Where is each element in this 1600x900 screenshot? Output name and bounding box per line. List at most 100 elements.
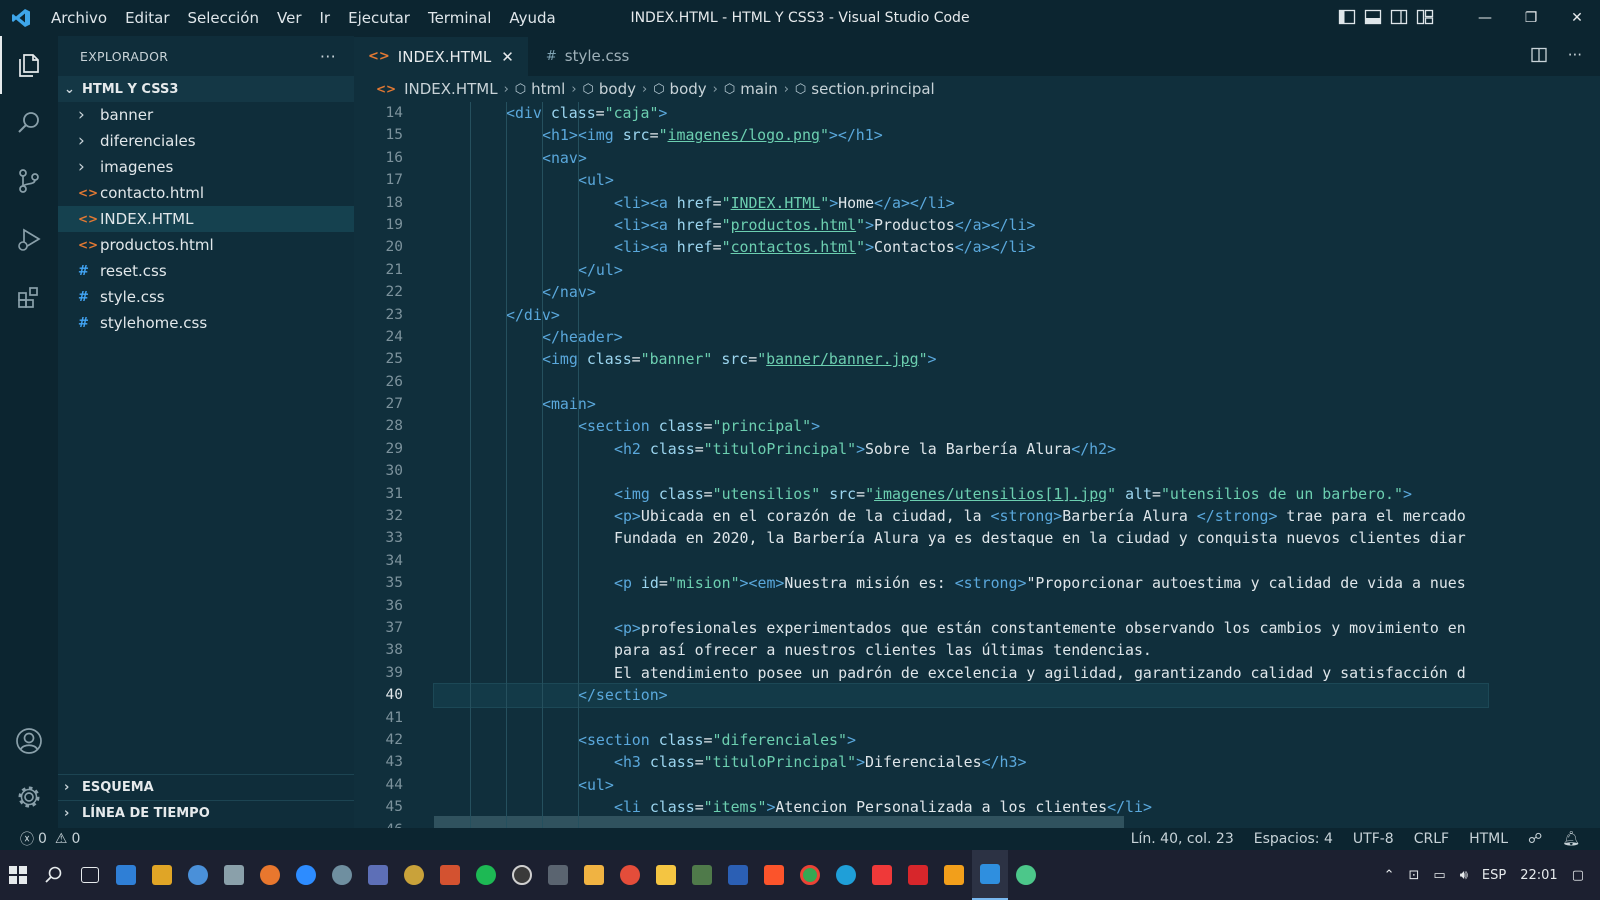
word-app-icon[interactable] [720,850,756,900]
toggle-panel-icon[interactable] [1364,8,1382,26]
code-line[interactable] [434,707,1488,729]
code-line[interactable]: <section class="diferenciales"> [434,729,1488,751]
powerpoint-app-icon[interactable] [432,850,468,900]
windows-start-icon[interactable] [0,850,36,900]
tree-item-reset-css[interactable]: # reset.css [58,258,354,284]
indentation[interactable]: Espacios: 4 [1254,831,1333,847]
brave-app-icon[interactable] [756,850,792,900]
breadcrumb-html[interactable]: ⬡ html [515,80,566,98]
code-line[interactable]: </header> [434,326,1488,348]
tree-item-contacto-html[interactable]: <> contacto.html [58,180,354,206]
code-line[interactable]: </section> [433,683,1489,708]
chevron-up-icon[interactable]: ⌃ [1384,868,1395,883]
code-line[interactable] [434,371,1488,393]
menu-editar[interactable]: Editar [116,0,178,36]
code-line[interactable]: <li><a href="productos.html">Productos</… [434,214,1488,236]
customize-layout-icon[interactable] [1416,8,1434,26]
language-indicator[interactable]: ESP [1482,868,1506,883]
horizontal-scrollbar[interactable] [434,816,1124,828]
cursor-position[interactable]: Lín. 40, col. 23 [1131,831,1234,847]
code-line[interactable] [434,595,1488,617]
obs-app-icon[interactable] [504,850,540,900]
code-line[interactable]: </nav> [434,281,1488,303]
source-control-icon[interactable] [0,152,58,210]
code-line[interactable]: para así ofrecer a nuestros clientes las… [434,639,1488,661]
outline-section[interactable]: › ESQUEMA [58,774,354,800]
code-line[interactable]: <nav> [434,147,1488,169]
magnifier-app-icon[interactable] [180,850,216,900]
extensions-icon[interactable] [0,268,58,326]
close-tab-icon[interactable]: ✕ [501,48,514,66]
toggle-secondary-sidebar-icon[interactable] [1390,8,1408,26]
code-line[interactable] [434,550,1488,572]
menu-terminal[interactable]: Terminal [419,0,500,36]
taskbar-search-icon[interactable] [36,850,72,900]
restore-button[interactable]: ❐ [1508,0,1554,36]
chrome-app-icon[interactable] [792,850,828,900]
spotify-app-icon[interactable] [468,850,504,900]
toggle-primary-sidebar-icon[interactable] [1338,8,1356,26]
firefox-app-icon[interactable] [252,850,288,900]
code-line[interactable]: <li><a href="contactos.html">Contactos</… [434,236,1488,258]
chat-app-icon[interactable] [1008,850,1044,900]
menu-ver[interactable]: Ver [268,0,311,36]
acrobat-app-icon[interactable] [900,850,936,900]
breadcrumb-main[interactable]: ⬡ main [724,80,778,98]
notifications-icon[interactable]: 🔔︎ [1562,831,1580,847]
tree-item-banner[interactable]: › banner [58,102,354,128]
tree-item-productos-html[interactable]: <> productos.html [58,232,354,258]
breadcrumb-body-2[interactable]: ⬡ body [653,80,706,98]
code-line[interactable]: Fundada en 2020, la Barbería Alura ya es… [434,527,1488,549]
menu-ayuda[interactable]: Ayuda [500,0,564,36]
menu-ir[interactable]: Ir [311,0,340,36]
vivaldi-app-icon[interactable] [864,850,900,900]
more-actions-button[interactable]: ··· [320,47,336,66]
mail-app-icon[interactable] [108,850,144,900]
vscode-taskbar-icon[interactable] [972,850,1008,900]
code-line[interactable]: </div> [434,304,1488,326]
clock[interactable]: 22:01 [1520,868,1557,883]
code-line[interactable]: <img class="utensilios" src="imagenes/ut… [434,483,1488,505]
tree-item-stylehome-css[interactable]: # stylehome.css [58,310,354,336]
code-line[interactable]: <li><a href="INDEX.HTML">Home</a></li> [434,192,1488,214]
search-icon[interactable] [0,94,58,152]
media-app-icon[interactable] [576,850,612,900]
zoom-app-icon[interactable] [288,850,324,900]
run-debug-icon[interactable] [0,210,58,268]
calculator-app-icon[interactable] [540,850,576,900]
code-line[interactable]: <p id="mision"><em>Nuestra misión es: <s… [434,572,1488,594]
more-actions-icon[interactable]: ··· [1568,46,1582,64]
close-button[interactable]: ✕ [1554,0,1600,36]
menu-ejecutar[interactable]: Ejecutar [339,0,419,36]
account-icon[interactable] [0,712,58,770]
code-line[interactable]: <section class="principal"> [434,415,1488,437]
file-explorer-app-icon[interactable] [648,850,684,900]
explorer-icon[interactable] [0,36,58,94]
tree-item-imagenes[interactable]: › imagenes [58,154,354,180]
breadcrumb-body[interactable]: ⬡ body [583,80,636,98]
menu-archivo[interactable]: Archivo [42,0,116,36]
code-line[interactable]: <ul> [434,169,1488,191]
photos-app-icon[interactable] [216,850,252,900]
breadcrumb-section[interactable]: ⬡ section.principal [795,80,935,98]
breadcrumb-file[interactable]: <> INDEX.HTML [376,80,498,98]
tree-item-diferenciales[interactable]: › diferenciales [58,128,354,154]
volume-icon[interactable]: 🔊︎ [1460,868,1468,883]
code-line[interactable]: <h2 class="tituloPrincipal">Sobre la Bar… [434,438,1488,460]
code-line[interactable]: El atendimiento posee un padrón de excel… [434,662,1488,684]
code-line[interactable]: </ul> [434,259,1488,281]
code-line[interactable]: <img class="banner" src="banner/banner.j… [434,348,1488,370]
code-line[interactable]: <p>Ubicada en el corazón de la ciudad, l… [434,505,1488,527]
encoding[interactable]: UTF-8 [1353,831,1394,847]
feedback-icon[interactable]: ☍ [1528,831,1542,847]
tab-index-html[interactable]: <> INDEX.HTML ✕ [354,36,528,76]
language-mode[interactable]: HTML [1469,831,1508,847]
chrome-canary-app-icon[interactable] [612,850,648,900]
code-line[interactable]: <ul> [434,774,1488,796]
split-editor-icon[interactable] [1530,46,1548,64]
action-center-icon[interactable]: ▢ [1572,868,1584,883]
sublime-app-icon[interactable] [936,850,972,900]
problems-indicator[interactable]: ⓧ 0 ⚠ 0 [20,828,80,850]
paint-app-icon[interactable] [396,850,432,900]
end-of-line[interactable]: CRLF [1414,831,1449,847]
